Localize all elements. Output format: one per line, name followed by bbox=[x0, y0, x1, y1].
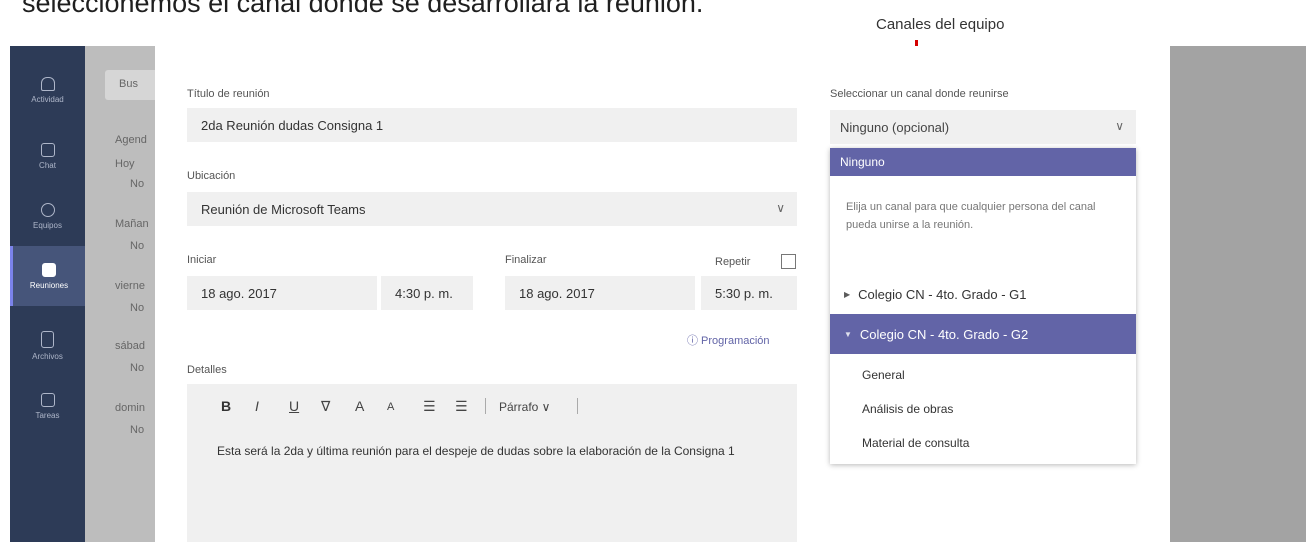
rail-label: Archivos bbox=[32, 352, 63, 361]
rail-label: Actividad bbox=[31, 94, 64, 104]
teams-icon bbox=[40, 202, 55, 217]
agenda-day: Hoy bbox=[115, 158, 135, 170]
agenda-day: domin bbox=[115, 402, 145, 414]
agenda-day: Mañan bbox=[115, 218, 149, 230]
agenda-entry: No bbox=[130, 424, 145, 436]
chevron-down-icon: ∨ bbox=[776, 201, 785, 215]
font-size-button[interactable]: A bbox=[387, 401, 394, 413]
italic-button[interactable]: I bbox=[255, 398, 259, 414]
channel-option-general[interactable]: General bbox=[830, 358, 1136, 391]
highlight-button[interactable]: A bbox=[355, 398, 364, 414]
rail-label: Chat bbox=[39, 160, 56, 170]
start-label: Iniciar bbox=[187, 254, 217, 266]
bullet-list-button[interactable]: ☰ bbox=[423, 398, 436, 415]
agenda-heading: Agend bbox=[115, 134, 147, 146]
bold-button[interactable]: B bbox=[221, 398, 231, 414]
channel-dropdown: Ninguno Elija un canal para que cualquie… bbox=[830, 148, 1136, 464]
rail-label: Reuniones bbox=[29, 280, 69, 290]
caption-text: seleccionemos el canal donde se desarrol… bbox=[22, 0, 704, 18]
search-text: Bus bbox=[119, 78, 138, 90]
agenda-entry: No bbox=[130, 362, 145, 374]
underline-button[interactable]: U bbox=[289, 398, 299, 414]
agenda-entry: No bbox=[130, 302, 145, 314]
rail-item-actividad[interactable]: Actividad bbox=[10, 60, 85, 120]
team-name: Colegio CN - 4to. Grado - G2 bbox=[859, 326, 1029, 342]
repeat-checkbox[interactable] bbox=[781, 254, 796, 269]
new-meeting-dialog: Título de reunión 2da Reunión dudas Cons… bbox=[155, 46, 1170, 542]
rail-item-archivos[interactable]: Archivos bbox=[10, 316, 85, 376]
start-date-input[interactable]: 18 ago. 2017 bbox=[187, 276, 377, 310]
team-option-g2[interactable]: ▼ Colegio CN - 4to. Grado - G2 bbox=[830, 314, 1136, 354]
rail-item-reuniones[interactable]: Reuniones bbox=[10, 246, 85, 306]
overlay-dim bbox=[1170, 46, 1306, 542]
title-input[interactable]: 2da Reunión dudas Consigna 1 bbox=[187, 108, 797, 142]
location-value: Reunión de Microsoft Teams bbox=[201, 201, 366, 217]
agenda-day: sábad bbox=[115, 340, 145, 352]
start-time-input[interactable]: 4:30 p. m. bbox=[381, 276, 473, 310]
team-name: Colegio CN - 4to. Grado - G1 bbox=[858, 286, 1027, 302]
channel-value: Ninguno (opcional) bbox=[840, 119, 950, 135]
details-editor[interactable]: B I U ∇ A A ☰ ☰ Párrafo ∨ Esta será la 2… bbox=[187, 384, 797, 542]
channel-option-analisis[interactable]: Análisis de obras bbox=[830, 392, 1136, 425]
tasks-icon bbox=[40, 392, 55, 407]
callout-label: Canales del equipo bbox=[876, 16, 1005, 33]
toolbar-divider bbox=[577, 398, 578, 414]
toolbar-divider bbox=[485, 398, 486, 414]
details-label: Detalles bbox=[187, 364, 227, 376]
location-label: Ubicación bbox=[187, 170, 236, 182]
numbered-list-button[interactable]: ☰ bbox=[455, 398, 468, 415]
channel-label: Seleccionar un canal donde reunirse bbox=[830, 88, 1009, 100]
agenda-entry: No bbox=[130, 178, 145, 190]
agenda-day: vierne bbox=[115, 280, 145, 292]
app-rail: Actividad Chat Equipos Reuniones Archivo… bbox=[10, 46, 85, 542]
chat-icon bbox=[40, 142, 55, 157]
channel-select[interactable]: Ninguno (opcional) ∨ bbox=[830, 110, 1136, 144]
agenda-pane: Bus Agend Hoy No Mañan No vierne No sába… bbox=[85, 46, 165, 542]
rail-label: Equipos bbox=[33, 220, 62, 230]
option-none[interactable]: Ninguno bbox=[830, 148, 1136, 176]
rail-item-chat[interactable]: Chat bbox=[10, 126, 85, 186]
strikethrough-button[interactable]: ∇ bbox=[321, 398, 330, 415]
agenda-entry: No bbox=[130, 240, 145, 252]
rail-label: Tareas bbox=[35, 410, 60, 420]
channel-option-material[interactable]: Material de consulta bbox=[830, 426, 1136, 459]
schedule-link[interactable]: ⓘ Programación bbox=[687, 332, 770, 348]
rail-item-equipos[interactable]: Equipos bbox=[10, 186, 85, 246]
calendar-icon bbox=[42, 262, 56, 277]
repeat-label: Repetir bbox=[715, 256, 751, 268]
team-option-g1[interactable]: ▶ Colegio CN - 4to. Grado - G1 bbox=[830, 276, 1136, 312]
end-date-input[interactable]: 18 ago. 2017 bbox=[505, 276, 695, 310]
teams-window: Actividad Chat Equipos Reuniones Archivo… bbox=[10, 46, 1306, 542]
channel-hint: Elija un canal para que cualquier person… bbox=[846, 201, 1096, 231]
files-icon bbox=[41, 331, 54, 348]
rail-item-tareas[interactable]: Tareas bbox=[10, 376, 85, 436]
details-text: Esta será la 2da y última reunión para e… bbox=[217, 444, 735, 458]
caret-right-icon: ▶ bbox=[844, 289, 851, 299]
title-label: Título de reunión bbox=[187, 88, 270, 100]
caret-down-icon: ▼ bbox=[844, 329, 852, 339]
location-select[interactable]: Reunión de Microsoft Teams ∨ bbox=[187, 192, 797, 226]
end-time-input[interactable]: 5:30 p. m. bbox=[701, 276, 797, 310]
bell-icon bbox=[40, 76, 55, 91]
end-label: Finalizar bbox=[505, 254, 547, 266]
paragraph-format-dropdown[interactable]: Párrafo ∨ bbox=[499, 400, 550, 414]
chevron-down-icon: ∨ bbox=[1115, 119, 1124, 133]
